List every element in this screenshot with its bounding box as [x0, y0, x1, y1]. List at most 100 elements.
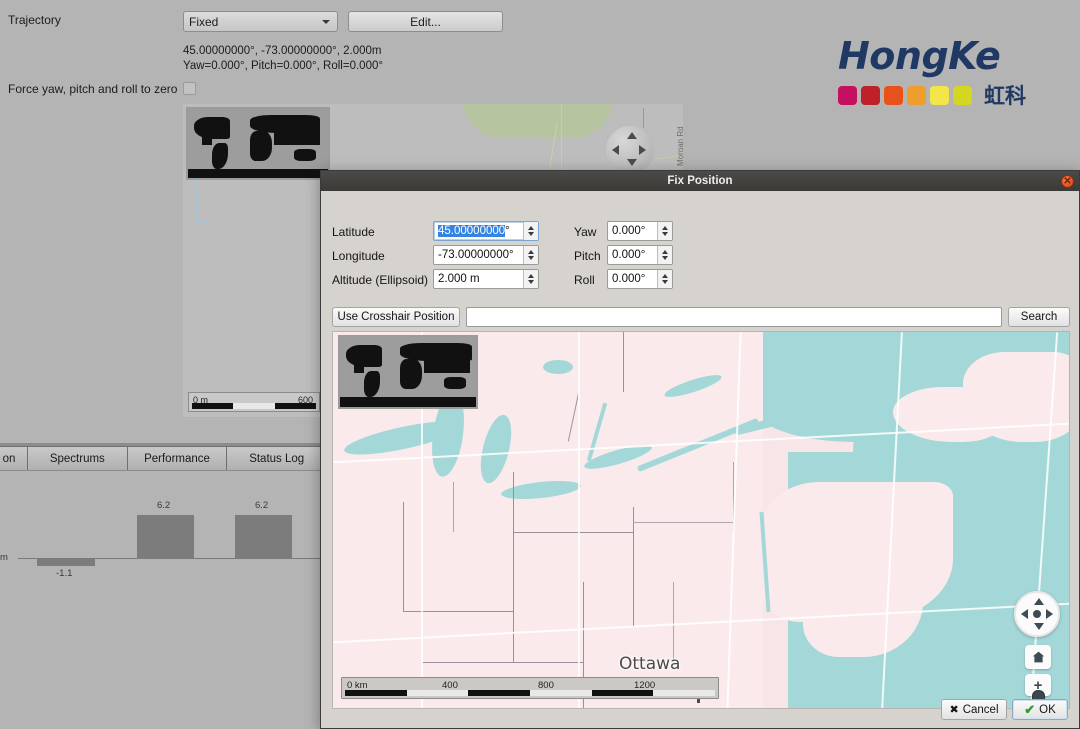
chevron-down-icon	[322, 19, 330, 24]
trajectory-edit-button[interactable]: Edit...	[348, 11, 503, 32]
inset-continent-sa	[212, 143, 228, 169]
force-zero-checkbox[interactable]	[183, 82, 196, 95]
pan-down-icon[interactable]	[627, 159, 637, 166]
location-map[interactable]: 40° 00' 00.0"N 70° 00' 00.0"W Ottawa New…	[332, 331, 1070, 709]
bottom-tabstrip[interactable]: on Spectrums Performance Status Log	[0, 443, 328, 470]
map-border-14	[623, 332, 624, 392]
background-world-inset[interactable]	[186, 107, 330, 180]
pan-arrows-icon[interactable]	[1014, 591, 1060, 637]
background-pan-control[interactable]	[604, 124, 656, 176]
background-map-scalebar: 0 m 600	[188, 392, 320, 412]
cancel-button-label: Cancel	[962, 703, 999, 716]
inset-continent-antarctica	[188, 169, 328, 178]
performance-bar-chart: m -1.1 6.2 6.2	[0, 470, 326, 729]
ok-button-label: OK	[1039, 703, 1056, 716]
force-zero-label: Force yaw, pitch and roll to zero	[8, 82, 178, 96]
check-icon: ✔	[1024, 701, 1036, 717]
map-border-3	[513, 532, 514, 662]
inset-continent-asia	[274, 129, 320, 145]
pitch-value: 0.000°	[612, 249, 646, 261]
latitude-input[interactable]: 45.00000000°	[433, 221, 539, 241]
pitch-stepper[interactable]	[657, 246, 672, 264]
swatch-4	[907, 85, 926, 105]
map-pan-center[interactable]	[1033, 610, 1041, 618]
roll-value: 0.000°	[612, 273, 646, 285]
swatch-3	[884, 85, 903, 105]
map-border-11	[453, 482, 454, 532]
yaw-stepper[interactable]	[657, 222, 672, 240]
cancel-icon: ✖	[949, 704, 959, 716]
map-scale-ticks	[345, 690, 716, 696]
ok-button[interactable]: ✔ OK	[1012, 699, 1068, 720]
world-inset-na	[346, 345, 382, 367]
altitude-stepper[interactable]	[523, 270, 538, 288]
bg-map-road-label: Morgan Rd	[676, 126, 683, 166]
roll-input[interactable]: 0.000°	[607, 269, 673, 289]
bg-map-road	[561, 104, 562, 174]
altitude-input[interactable]: 2.000 m	[433, 269, 539, 289]
altitude-value: 2.000 m	[438, 273, 480, 285]
search-input[interactable]	[466, 307, 1002, 327]
swatch-1	[838, 85, 857, 105]
dialog-title: Fix Position	[667, 175, 733, 187]
pan-left-icon[interactable]	[612, 145, 619, 155]
force-zero-label-row: Force yaw, pitch and roll to zero	[8, 82, 177, 96]
chart-bar-1-label: 6.2	[157, 500, 171, 511]
search-button[interactable]: Search	[1008, 307, 1070, 327]
home-icon[interactable]	[1025, 645, 1051, 669]
trajectory-mode-value: Fixed	[189, 14, 219, 29]
close-icon[interactable]: ✕	[1061, 175, 1074, 188]
latitude-stepper[interactable]	[523, 222, 538, 240]
trajectory-label: Trajectory	[8, 13, 61, 27]
map-water-lake-n3	[543, 360, 573, 374]
yaw-label: Yaw	[574, 225, 597, 239]
trajectory-edit-label: Edit...	[410, 14, 441, 29]
swatch-2	[861, 85, 880, 105]
inset-continent-ca	[202, 135, 212, 145]
pitch-input[interactable]: 0.000°	[607, 245, 673, 265]
map-pan-right-icon[interactable]	[1046, 609, 1053, 619]
map-border-1	[403, 502, 404, 612]
chart-bar-0	[37, 559, 95, 566]
pan-up-icon[interactable]	[627, 132, 637, 139]
tab-configuration[interactable]: on	[0, 446, 28, 470]
chart-bar-0-label: -1.1	[56, 568, 73, 579]
map-border-4	[513, 532, 633, 533]
tab-performance[interactable]: Performance	[126, 446, 228, 470]
chart-y-label: m	[0, 552, 8, 563]
fix-position-dialog[interactable]: Fix Position ✕ Latitude 45.00000000° Lon…	[320, 170, 1080, 729]
hongke-logo: HongKe 虹科	[838, 36, 1038, 110]
use-crosshair-position-label: Use Crosshair Position	[337, 311, 455, 323]
world-inset-au	[444, 377, 466, 389]
chart-top-divider	[0, 470, 326, 471]
city-label-ottawa: Ottawa	[619, 654, 681, 674]
chart-bar-2-label: 6.2	[255, 500, 269, 511]
map-scalebar: 0 km 400 800 1200	[341, 677, 719, 699]
tab-spectrums[interactable]: Spectrums	[27, 446, 128, 470]
use-crosshair-position-button[interactable]: Use Crosshair Position	[332, 307, 460, 327]
dialog-body: Latitude 45.00000000° Longitude -73.0000…	[321, 191, 1079, 729]
world-inset-asia	[424, 357, 470, 373]
swatch-6	[953, 85, 972, 105]
roll-stepper[interactable]	[657, 270, 672, 288]
longitude-value: -73.00000000°	[438, 249, 514, 261]
longitude-stepper[interactable]	[523, 246, 538, 264]
roll-label: Roll	[574, 273, 595, 287]
yaw-input[interactable]: 0.000°	[607, 221, 673, 241]
map-pan-down-icon[interactable]	[1034, 623, 1044, 630]
latitude-label: Latitude	[332, 225, 375, 239]
swatch-5	[930, 85, 949, 105]
cancel-button[interactable]: ✖ Cancel	[941, 699, 1007, 720]
pan-right-icon[interactable]	[639, 145, 646, 155]
tab-performance-label: Performance	[144, 452, 210, 465]
yaw-value: 0.000°	[612, 225, 646, 237]
dialog-titlebar[interactable]: Fix Position ✕	[321, 171, 1079, 191]
map-border-6	[513, 472, 514, 532]
map-pan-up-icon[interactable]	[1034, 598, 1044, 605]
longitude-input[interactable]: -73.00000000°	[433, 245, 539, 265]
map-world-inset[interactable]	[338, 335, 478, 409]
tab-status-log[interactable]: Status Log	[226, 446, 328, 470]
search-button-label: Search	[1020, 311, 1058, 323]
map-pan-left-icon[interactable]	[1021, 609, 1028, 619]
trajectory-mode-combo[interactable]: Fixed	[183, 11, 338, 32]
